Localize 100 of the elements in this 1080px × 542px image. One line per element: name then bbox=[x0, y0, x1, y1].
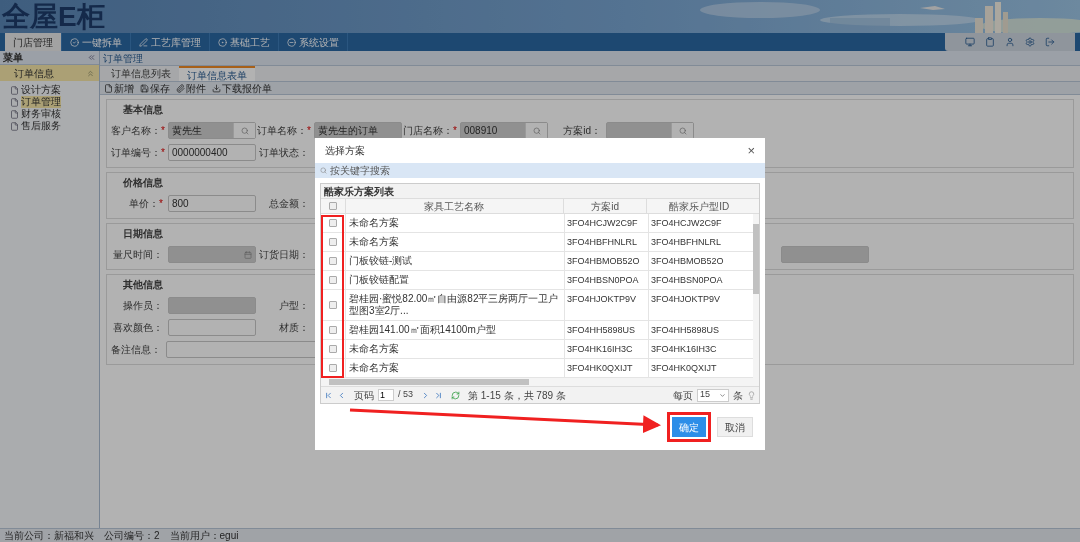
table-cell: 未命名方案 bbox=[345, 340, 564, 358]
confirm-button[interactable]: 确定 bbox=[672, 417, 706, 437]
file-icon bbox=[10, 97, 19, 107]
checkbox[interactable] bbox=[329, 257, 337, 265]
input-field[interactable]: 800 bbox=[168, 195, 256, 212]
field-label: 单价：* bbox=[128, 197, 164, 211]
field-label: 订单名称：* bbox=[257, 124, 311, 138]
nav-tab[interactable]: 门店管理 bbox=[5, 33, 62, 51]
field-label: 总金额： bbox=[268, 197, 310, 211]
field-label: 订单编号：* bbox=[111, 146, 165, 160]
content-tab[interactable]: 订单信息列表 bbox=[103, 66, 179, 81]
checkbox[interactable] bbox=[329, 364, 337, 372]
status-text: 当前用户：egui bbox=[169, 529, 239, 542]
table-cell: 未命名方案 bbox=[345, 233, 564, 251]
field-label: 门店名称：* bbox=[403, 124, 457, 138]
table-cell: 3FO4HK16IH3C bbox=[564, 340, 648, 358]
group-title: 日期信息 bbox=[123, 227, 163, 241]
input-field[interactable] bbox=[168, 319, 256, 336]
settings-icon[interactable] bbox=[1025, 37, 1035, 47]
dot-circle-icon bbox=[218, 37, 227, 47]
grid-title: 酷家乐方案列表 bbox=[324, 184, 394, 199]
last-page-icon[interactable] bbox=[434, 390, 443, 400]
checkbox[interactable] bbox=[329, 238, 337, 246]
column-header[interactable]: 家具工艺名称 bbox=[344, 199, 563, 213]
sidebar-section[interactable]: 订单信息 bbox=[0, 65, 99, 81]
calendar-icon bbox=[244, 250, 252, 259]
field-label: 户型： bbox=[278, 299, 310, 313]
column-header[interactable]: 酷家乐户型ID bbox=[646, 199, 751, 213]
sidebar-item[interactable]: 售后服务 bbox=[21, 120, 61, 132]
column-header[interactable]: 方案id bbox=[562, 199, 647, 213]
toolbar-button[interactable]: 附件 bbox=[176, 80, 206, 96]
page-input[interactable]: 1 bbox=[378, 389, 394, 401]
checkbox[interactable] bbox=[329, 345, 337, 353]
page-summary: 第 1-15 条，共 789 条 bbox=[468, 388, 566, 403]
search-icon bbox=[240, 126, 249, 135]
toolbar-button[interactable]: 保存 bbox=[140, 80, 170, 96]
collapse-icon[interactable] bbox=[87, 53, 96, 62]
sidebar-item[interactable]: 订单管理 bbox=[21, 96, 61, 108]
field-label: 订货日期： bbox=[258, 248, 310, 262]
clipboard-icon[interactable] bbox=[985, 37, 995, 47]
checkbox[interactable] bbox=[329, 301, 337, 309]
field-label: 客户名称：* bbox=[111, 124, 165, 138]
search-field[interactable]: 按关键字搜索 bbox=[315, 163, 765, 178]
close-button[interactable]: × bbox=[747, 144, 755, 157]
table-cell: 门板铰链配置 bbox=[345, 271, 564, 289]
toolbar-button[interactable]: 新增 bbox=[104, 80, 134, 96]
table-cell: 3FO4HBFHNLRL bbox=[564, 233, 648, 251]
scrollbar[interactable] bbox=[321, 378, 759, 386]
scrollbar[interactable] bbox=[753, 214, 759, 378]
table-cell: 3FO4HK0QXIJT bbox=[564, 359, 648, 377]
pen-icon bbox=[139, 37, 148, 47]
file-icon bbox=[104, 83, 113, 93]
per-page-unit: 条 bbox=[733, 388, 743, 403]
cancel-button[interactable]: 取消 bbox=[717, 417, 753, 437]
table-cell: 3FO4HBSN0POA bbox=[564, 271, 648, 289]
refresh-icon[interactable] bbox=[451, 390, 460, 400]
page-total: / 53 bbox=[398, 388, 413, 402]
sidebar-item[interactable]: 设计方案 bbox=[21, 84, 61, 96]
group-title: 其他信息 bbox=[123, 278, 163, 292]
table-cell: 碧桂园·蜜悦82.00㎡自由源82平三房两厅一卫户型图3室2厅... bbox=[345, 290, 564, 320]
previous-page-icon[interactable] bbox=[337, 390, 346, 400]
input-field[interactable]: 0000000400 bbox=[168, 144, 256, 161]
table-cell: 碧桂园141.00㎡面积14100m户型 bbox=[345, 321, 564, 339]
toolbar-button[interactable]: 下载报价单 bbox=[212, 80, 272, 96]
table-cell: 3FO4HH5898US bbox=[564, 321, 648, 339]
download-icon bbox=[212, 83, 221, 93]
next-page-icon[interactable] bbox=[421, 390, 430, 400]
per-page-label: 每页 bbox=[673, 388, 693, 403]
check-circle-icon bbox=[70, 37, 79, 47]
checkbox[interactable] bbox=[329, 326, 337, 334]
sidebar-item[interactable]: 财务审核 bbox=[21, 108, 61, 120]
field-label: 量尺时间： bbox=[112, 248, 164, 262]
field-label: 操作员： bbox=[122, 299, 164, 313]
checkbox[interactable] bbox=[329, 219, 337, 227]
field-label: 订单状态： bbox=[258, 146, 310, 160]
first-page-icon[interactable] bbox=[324, 390, 333, 400]
caret-icon bbox=[719, 391, 726, 399]
group-title: 基本信息 bbox=[123, 103, 163, 117]
search-icon bbox=[320, 167, 327, 174]
table-cell: 门板铰链-测试 bbox=[345, 252, 564, 270]
checkbox[interactable] bbox=[329, 276, 337, 284]
per-page-select[interactable]: 15 bbox=[697, 388, 729, 402]
group-title: 价格信息 bbox=[123, 176, 163, 190]
search-icon bbox=[532, 126, 541, 135]
status-text: 当前公司：新福和兴 bbox=[4, 529, 94, 542]
field-label: 材质： bbox=[278, 321, 310, 335]
status-text: 公司编号：2 bbox=[104, 529, 160, 542]
sidebar-title: 菜单 bbox=[3, 51, 23, 65]
content-tab[interactable]: 订单信息表单 bbox=[179, 66, 255, 81]
user-icon[interactable] bbox=[1005, 37, 1015, 47]
checkbox[interactable] bbox=[328, 202, 337, 210]
collapse-icon bbox=[86, 68, 95, 78]
monitor-icon[interactable] bbox=[965, 37, 975, 47]
table-cell: 3FO4HJOKTP9V bbox=[564, 290, 648, 320]
page-label: 页码 bbox=[354, 388, 374, 403]
lightbulb-icon[interactable] bbox=[747, 390, 756, 400]
table-cell: 未命名方案 bbox=[345, 359, 564, 377]
logout-icon[interactable] bbox=[1045, 37, 1055, 47]
file-icon bbox=[10, 85, 19, 95]
field-label: 方案id： bbox=[562, 124, 602, 138]
